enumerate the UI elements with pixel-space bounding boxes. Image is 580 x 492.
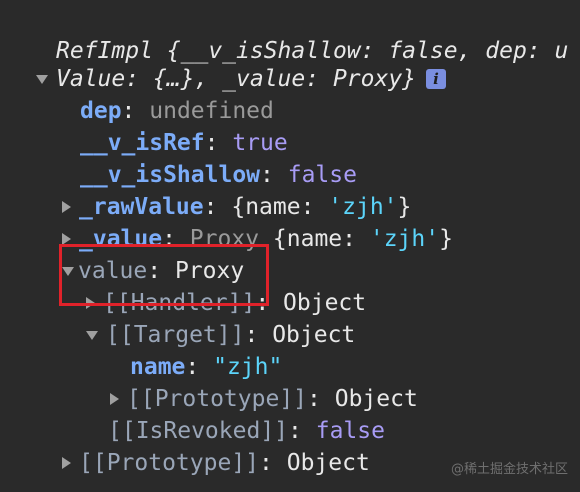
property-value: Object (286, 450, 370, 476)
property-row-isrevoked[interactable]: [[IsRevoked]]: false (108, 415, 385, 447)
expand-arrow-icon[interactable] (62, 201, 71, 213)
property-key: [[Target]] (106, 322, 245, 348)
property-row-v-isref[interactable]: __v_isRef: true (80, 127, 288, 159)
property-value: Object (283, 290, 367, 316)
property-value: false (315, 418, 385, 444)
property-value: Object (334, 386, 418, 412)
info-icon[interactable]: i (426, 69, 447, 89)
expand-toggle-icon[interactable] (86, 330, 98, 340)
highlight-box (59, 244, 269, 306)
expand-toggle-icon[interactable] (36, 74, 48, 84)
preview-value: 'zjh' (369, 226, 440, 252)
object-header-line2[interactable]: Value: {…}, _value: Proxy} i (36, 63, 447, 95)
object-preview-continued: Value: {…}, _value: Proxy} (56, 66, 417, 92)
property-value: true (232, 130, 288, 156)
preview-value: 'zjh' (328, 194, 398, 220)
property-row-prototype[interactable]: [[Prototype]]: Object (62, 447, 370, 479)
property-key: [[Prototype]] (127, 386, 308, 412)
property-value: false (287, 162, 357, 188)
preview-key: name (286, 226, 343, 252)
devtools-console: RefImpl {__v_isShallow: false, dep: u Va… (0, 0, 580, 492)
property-value: undefined (149, 98, 274, 124)
watermark: @稀土掘金技术社区 (450, 462, 568, 477)
preview-key: name (245, 194, 301, 220)
property-key: _rawValue (79, 194, 204, 220)
property-key: [[IsRevoked]] (108, 418, 289, 444)
property-row-rawvalue[interactable]: _rawValue: {name: 'zjh'} (62, 191, 411, 223)
property-row-target-prototype[interactable]: [[Prototype]]: Object (110, 383, 418, 415)
property-key: name (130, 354, 186, 380)
property-row-target-name[interactable]: name: "zjh" (130, 351, 282, 383)
property-row-v-isshallow[interactable]: __v_isShallow: false (80, 159, 357, 191)
expand-arrow-icon[interactable] (62, 457, 71, 469)
property-row-dep[interactable]: dep: undefined (80, 95, 274, 127)
property-row-target[interactable]: [[Target]]: Object (86, 319, 355, 351)
property-key: __v_isRef (80, 130, 205, 156)
property-key: dep (80, 98, 122, 124)
property-key: __v_isShallow (80, 162, 261, 188)
colon: : (121, 98, 150, 124)
property-key: [[Prototype]] (79, 450, 260, 476)
property-value: Object (272, 322, 356, 348)
expand-arrow-icon[interactable] (110, 393, 119, 405)
property-value: "zjh" (213, 354, 283, 380)
